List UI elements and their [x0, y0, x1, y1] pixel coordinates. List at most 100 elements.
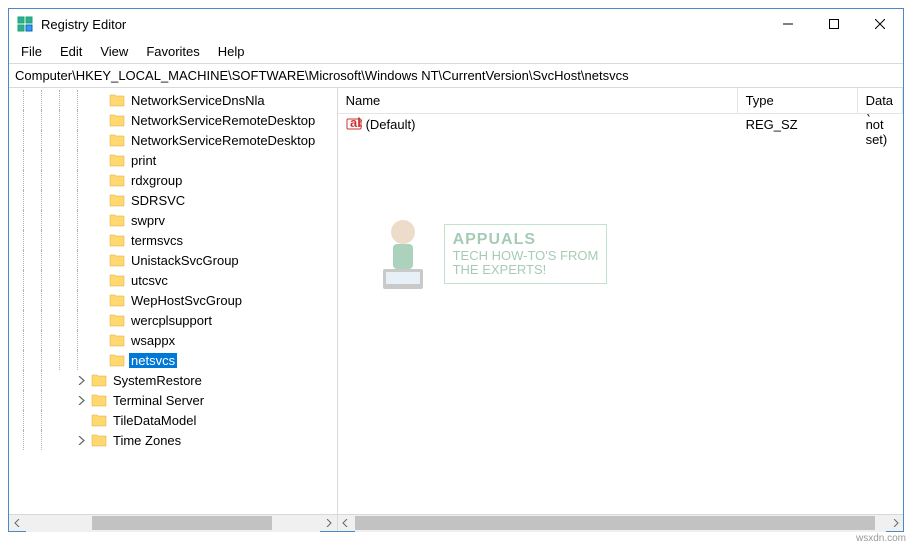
regedit-icon — [17, 16, 33, 32]
minimize-button[interactable] — [765, 9, 811, 39]
tree-item-label: SystemRestore — [111, 373, 204, 388]
value-data: (value not set) — [864, 114, 903, 147]
address-bar[interactable]: Computer\HKEY_LOCAL_MACHINE\SOFTWARE\Mic… — [9, 63, 903, 88]
tree-expander-icon[interactable] — [73, 432, 89, 448]
tree-item[interactable]: wercplsupport — [9, 310, 337, 330]
tree-item[interactable]: rdxgroup — [9, 170, 337, 190]
tree-item-label: NetworkServiceRemoteDesktop — [129, 113, 317, 128]
tree-item[interactable]: SystemRestore — [9, 370, 337, 390]
column-data[interactable]: Data — [858, 88, 903, 113]
folder-icon — [109, 333, 125, 347]
tree-item[interactable]: NetworkServiceRemoteDesktop — [9, 130, 337, 150]
scrollbar-track[interactable] — [355, 515, 886, 532]
menu-view[interactable]: View — [92, 42, 136, 61]
tree-expander-icon[interactable] — [91, 312, 107, 328]
title-bar[interactable]: Registry Editor — [9, 9, 903, 39]
folder-icon — [109, 113, 125, 127]
tree-expander-icon[interactable] — [73, 412, 89, 428]
folder-icon — [109, 93, 125, 107]
scrollbar-thumb[interactable] — [92, 516, 272, 530]
folder-icon — [91, 393, 107, 407]
menu-help[interactable]: Help — [210, 42, 253, 61]
list-pane: Name Type Data ab (Default) REG_SZ (valu… — [338, 88, 903, 531]
tree-item-label: netsvcs — [129, 353, 177, 368]
tree-item[interactable]: swprv — [9, 210, 337, 230]
tree-item[interactable]: netsvcs — [9, 350, 337, 370]
tree-item[interactable]: NetworkServiceRemoteDesktop — [9, 110, 337, 130]
folder-icon — [109, 133, 125, 147]
tree-expander-icon[interactable] — [91, 192, 107, 208]
tree-expander-icon[interactable] — [91, 352, 107, 368]
scrollbar-track[interactable] — [26, 515, 320, 532]
window-controls — [765, 9, 903, 39]
tree-expander-icon[interactable] — [91, 332, 107, 348]
maximize-button[interactable] — [811, 9, 857, 39]
folder-icon — [91, 413, 107, 427]
tree-item-label: NetworkServiceRemoteDesktop — [129, 133, 317, 148]
tree-item[interactable]: print — [9, 150, 337, 170]
tree-expander-icon[interactable] — [73, 372, 89, 388]
menu-favorites[interactable]: Favorites — [138, 42, 207, 61]
tree-expander-icon[interactable] — [91, 252, 107, 268]
column-name[interactable]: Name — [338, 88, 738, 113]
list-horizontal-scrollbar[interactable] — [338, 514, 903, 531]
tree-item-label: Time Zones — [111, 433, 183, 448]
tree-expander-icon[interactable] — [91, 132, 107, 148]
scroll-right-arrow-icon[interactable] — [320, 515, 337, 532]
tree-item[interactable]: termsvcs — [9, 230, 337, 250]
tree-item[interactable]: Time Zones — [9, 430, 337, 450]
content-area: NetworkServiceDnsNla NetworkServiceRemote… — [9, 88, 903, 531]
tree-item-label: wsappx — [129, 333, 177, 348]
tree-expander-icon[interactable] — [91, 292, 107, 308]
tree-item[interactable]: Terminal Server — [9, 390, 337, 410]
close-button[interactable] — [857, 9, 903, 39]
tree-item[interactable]: wsappx — [9, 330, 337, 350]
tree-expander-icon[interactable] — [91, 232, 107, 248]
window-title: Registry Editor — [41, 17, 765, 32]
folder-icon — [109, 173, 125, 187]
tree-item-label: SDRSVC — [129, 193, 187, 208]
tree-expander-icon[interactable] — [91, 272, 107, 288]
list-header: Name Type Data — [338, 88, 903, 114]
tree-item-label: WepHostSvcGroup — [129, 293, 244, 308]
tree-item-label: UnistackSvcGroup — [129, 253, 241, 268]
menu-file[interactable]: File — [13, 42, 50, 61]
tree-horizontal-scrollbar[interactable] — [9, 514, 337, 531]
tree-pane: NetworkServiceDnsNla NetworkServiceRemote… — [9, 88, 338, 531]
tree-expander-icon[interactable] — [73, 392, 89, 408]
tree-expander-icon[interactable] — [91, 212, 107, 228]
appuals-watermark: APPUALS TECH HOW-TO'S FROM THE EXPERTS! — [368, 214, 608, 294]
tree-item-label: wercplsupport — [129, 313, 214, 328]
tree-item-label: TileDataModel — [111, 413, 198, 428]
list-body[interactable]: ab (Default) REG_SZ (value not set) APPU… — [338, 114, 903, 514]
tree-view[interactable]: NetworkServiceDnsNla NetworkServiceRemote… — [9, 88, 337, 514]
tree-item[interactable]: utcsvc — [9, 270, 337, 290]
string-value-icon: ab — [346, 116, 362, 132]
tree-item[interactable]: WepHostSvcGroup — [9, 290, 337, 310]
folder-icon — [91, 433, 107, 447]
menu-edit[interactable]: Edit — [52, 42, 90, 61]
folder-icon — [109, 193, 125, 207]
tree-item[interactable]: SDRSVC — [9, 190, 337, 210]
scroll-right-arrow-icon[interactable] — [886, 515, 903, 532]
tree-item[interactable]: NetworkServiceDnsNla — [9, 90, 337, 110]
tree-item[interactable]: TileDataModel — [9, 410, 337, 430]
tree-expander-icon[interactable] — [91, 172, 107, 188]
scroll-left-arrow-icon[interactable] — [9, 515, 26, 532]
scroll-left-arrow-icon[interactable] — [338, 515, 355, 532]
folder-icon — [109, 253, 125, 267]
column-type[interactable]: Type — [738, 88, 858, 113]
folder-icon — [109, 293, 125, 307]
registry-editor-window: Registry Editor File Edit View Favorites… — [8, 8, 904, 532]
list-item[interactable]: ab (Default) REG_SZ (value not set) — [338, 114, 903, 134]
scrollbar-thumb[interactable] — [355, 516, 875, 530]
tree-expander-icon[interactable] — [91, 112, 107, 128]
tree-expander-icon[interactable] — [91, 152, 107, 168]
value-name: (Default) — [366, 117, 416, 132]
tree-expander-icon[interactable] — [91, 92, 107, 108]
tree-item-label: termsvcs — [129, 233, 185, 248]
tree-item-label: rdxgroup — [129, 173, 184, 188]
folder-icon — [109, 153, 125, 167]
tree-item[interactable]: UnistackSvcGroup — [9, 250, 337, 270]
folder-icon — [109, 233, 125, 247]
